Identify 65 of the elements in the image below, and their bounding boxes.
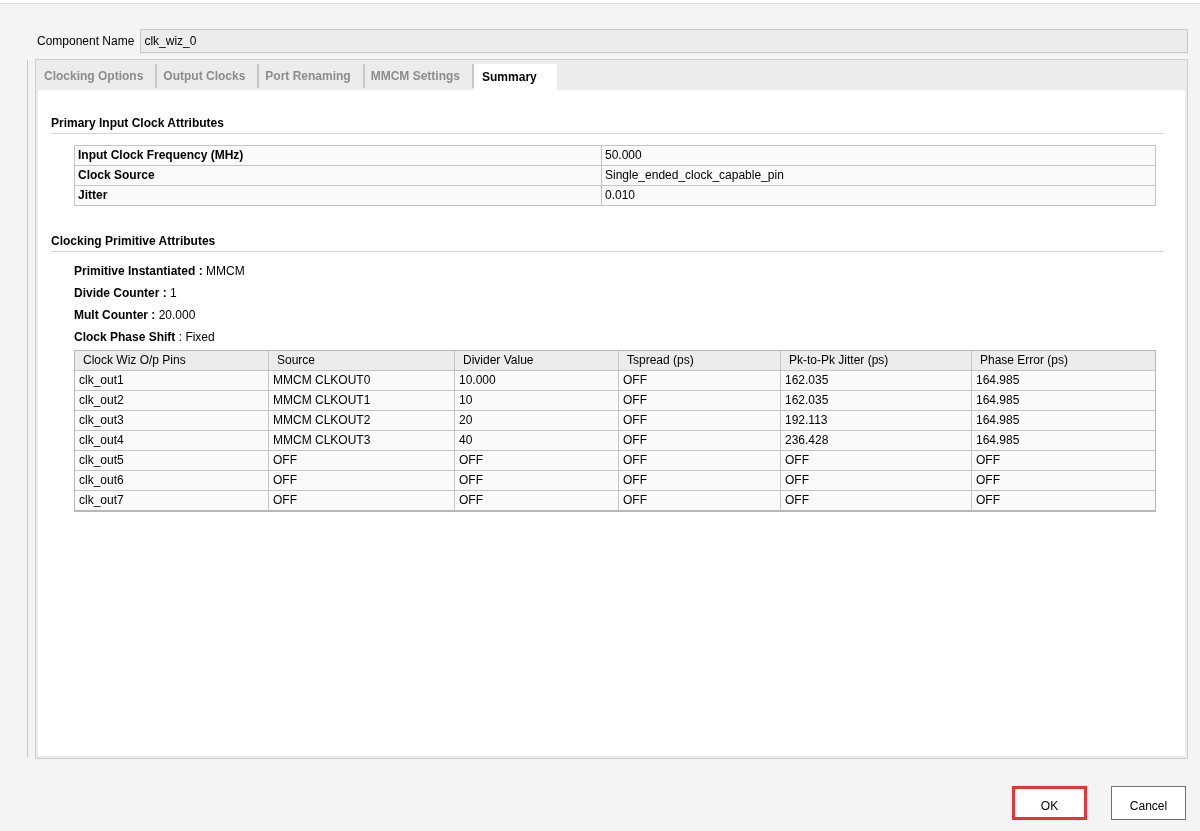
table-cell: clk_out3: [75, 411, 269, 430]
tab[interactable]: Summary: [474, 64, 557, 90]
column-header: Pk-to-Pk Jitter (ps): [781, 351, 972, 370]
table-cell: OFF: [619, 451, 781, 470]
table-cell: clk_out4: [75, 431, 269, 450]
table-cell: MMCM CLKOUT3: [269, 431, 455, 450]
component-name-label: Component Name: [36, 34, 135, 48]
table-cell-text: 50.000: [604, 147, 642, 164]
table-cell: clk_out7: [75, 491, 269, 510]
table-cell: MMCM CLKOUT2: [269, 411, 455, 430]
table-cell: clk_out2: [75, 391, 269, 410]
attribute-text: Clock Phase Shift : Fixed: [74, 330, 216, 345]
table-cell: OFF: [619, 371, 781, 390]
table-cell: 162.035: [781, 391, 972, 410]
table-cell: MMCM CLKOUT1: [269, 391, 455, 410]
table-cell-text: 164.985: [975, 392, 1021, 409]
column-header: Clock Wiz O/p Pins: [75, 351, 269, 370]
table-cell: OFF: [619, 491, 781, 510]
table-cell: OFF: [781, 491, 972, 510]
table-cell: OFF: [269, 491, 455, 510]
column-header: Phase Error (ps): [979, 352, 1070, 369]
section-heading: Primary Input Clock Attributes: [51, 116, 1164, 134]
attribute-text: Divide Counter : 1: [74, 286, 178, 301]
table-cell-text: 164.985: [975, 372, 1021, 389]
table-cell-text: 164.985: [975, 432, 1021, 449]
table-cell: clk_out1: [75, 371, 269, 390]
table-cell: OFF: [781, 471, 972, 490]
table-cell: MMCM CLKOUT0: [269, 371, 455, 390]
table-cell: OFF: [619, 411, 781, 430]
table-cell: 10: [455, 391, 619, 410]
table-cell: 162.035: [781, 371, 972, 390]
component-name-field[interactable]: clk_wiz_0: [140, 29, 1188, 53]
table-cell-text: Single_ended_clock_capable_pin: [604, 167, 784, 184]
attribute-text: Mult Counter : 20.000: [74, 308, 197, 323]
table-cell: 236.428: [781, 431, 972, 450]
table-cell: OFF: [455, 491, 619, 510]
attribute-text: Primitive Instantiated : MMCM: [74, 264, 246, 279]
table-cell-text: OFF: [975, 492, 1001, 509]
ok-button[interactable]: OK: [1012, 786, 1087, 820]
table-cell: Clock Source: [75, 166, 602, 185]
table-cell: Input Clock Frequency (MHz): [75, 146, 602, 165]
table-cell: 40: [455, 431, 619, 450]
section-heading: Clocking Primitive Attributes: [51, 234, 1164, 252]
table-cell: 20: [455, 411, 619, 430]
table-cell: Jitter: [75, 186, 602, 205]
column-header: Tspread (ps): [619, 351, 781, 370]
table-cell: 10.000: [455, 371, 619, 390]
table-cell: OFF: [269, 451, 455, 470]
cancel-button[interactable]: Cancel: [1111, 786, 1186, 820]
table-cell: OFF: [455, 471, 619, 490]
table-cell: clk_out6: [75, 471, 269, 490]
table-cell-text: OFF: [975, 472, 1001, 489]
table-cell-text: OFF: [975, 452, 1001, 469]
table-cell: OFF: [781, 451, 972, 470]
table-cell: OFF: [269, 471, 455, 490]
column-header: Divider Value: [455, 351, 619, 370]
table-cell: clk_out5: [75, 451, 269, 470]
table-cell: OFF: [455, 451, 619, 470]
column-header: Source: [269, 351, 455, 370]
table-cell-text: 164.985: [975, 412, 1021, 429]
table-cell-text: 0.010: [604, 187, 636, 204]
table-cell: OFF: [619, 431, 781, 450]
table-cell: 192.113: [781, 411, 972, 430]
table-cell: OFF: [619, 391, 781, 410]
table-cell: OFF: [619, 471, 781, 490]
